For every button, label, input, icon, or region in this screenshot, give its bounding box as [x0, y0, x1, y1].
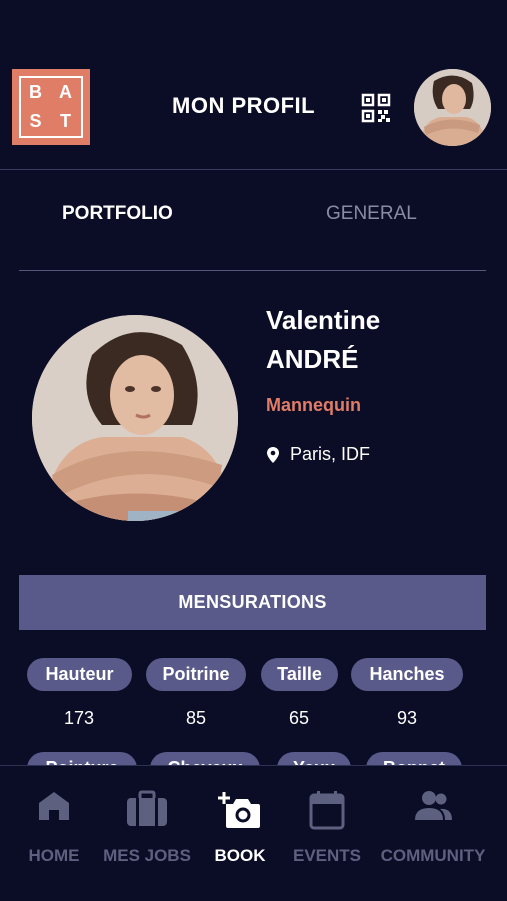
location-text: Paris, IDF — [290, 444, 371, 464]
tab-portfolio[interactable]: PORTFOLIO — [62, 203, 173, 225]
nav-label-book: BOOK — [214, 846, 266, 865]
header-divider — [0, 169, 507, 170]
nav-label-home: HOME — [28, 846, 80, 865]
people-icon — [415, 791, 452, 820]
bast-logo[interactable]: B A S T — [12, 69, 90, 145]
logo-letter: B — [29, 82, 43, 102]
measurements-title: MENSURATIONS — [178, 592, 327, 612]
measurements-header[interactable]: MENSURATIONS — [19, 575, 486, 630]
nav-label-mes-jobs: MES JOBS — [103, 846, 191, 865]
nav-item-mes-jobs[interactable]: MES JOBS — [100, 766, 194, 901]
profile-location: Paris, IDF — [266, 444, 370, 465]
briefcase-icon — [127, 790, 167, 826]
profile-avatar-thumbnail[interactable] — [414, 69, 491, 146]
bottom-navigation: HOME MES JOBS BOOK EVENTS COMMUNITY — [0, 765, 507, 901]
measurement-value-hips: 93 — [396, 708, 418, 728]
nav-item-events[interactable]: EVENTS — [289, 766, 365, 901]
nav-item-book[interactable]: BOOK — [210, 766, 270, 901]
calendar-icon — [309, 791, 345, 830]
nav-item-community[interactable]: COMMUNITY — [374, 766, 492, 901]
measurement-value-height: 173 — [63, 708, 95, 728]
measurement-value-chest: 85 — [185, 708, 207, 728]
nav-label-community: COMMUNITY — [380, 846, 486, 865]
tabs-divider — [19, 270, 486, 271]
profile-photo[interactable] — [32, 315, 238, 521]
measurement-value-waist: 65 — [288, 708, 310, 728]
camera-add-icon — [218, 792, 260, 828]
logo-letter: S — [29, 111, 43, 131]
profile-role: Mannequin — [266, 395, 361, 415]
measurement-label-waist: Taille — [261, 658, 338, 691]
home-icon — [39, 792, 69, 820]
tab-general[interactable]: GENERAL — [326, 203, 417, 225]
nav-label-events: EVENTS — [292, 846, 362, 865]
measurement-label-height: Hauteur — [27, 658, 132, 691]
measurement-label-chest: Poitrine — [146, 658, 246, 691]
page-title: MON PROFIL — [172, 93, 316, 118]
logo-letter: A — [59, 82, 73, 102]
app-header: B A S T MON PROFIL — [0, 0, 507, 170]
location-pin-icon — [267, 446, 279, 463]
logo-letter: T — [60, 111, 72, 131]
qr-code-icon[interactable] — [361, 93, 391, 123]
logo-mark: B A S T — [19, 76, 83, 138]
nav-item-home[interactable]: HOME — [20, 766, 88, 901]
profile-last-name: ANDRÉ — [266, 344, 359, 374]
profile-first-name: Valentine — [266, 305, 381, 335]
measurement-label-hips: Hanches — [351, 658, 463, 691]
